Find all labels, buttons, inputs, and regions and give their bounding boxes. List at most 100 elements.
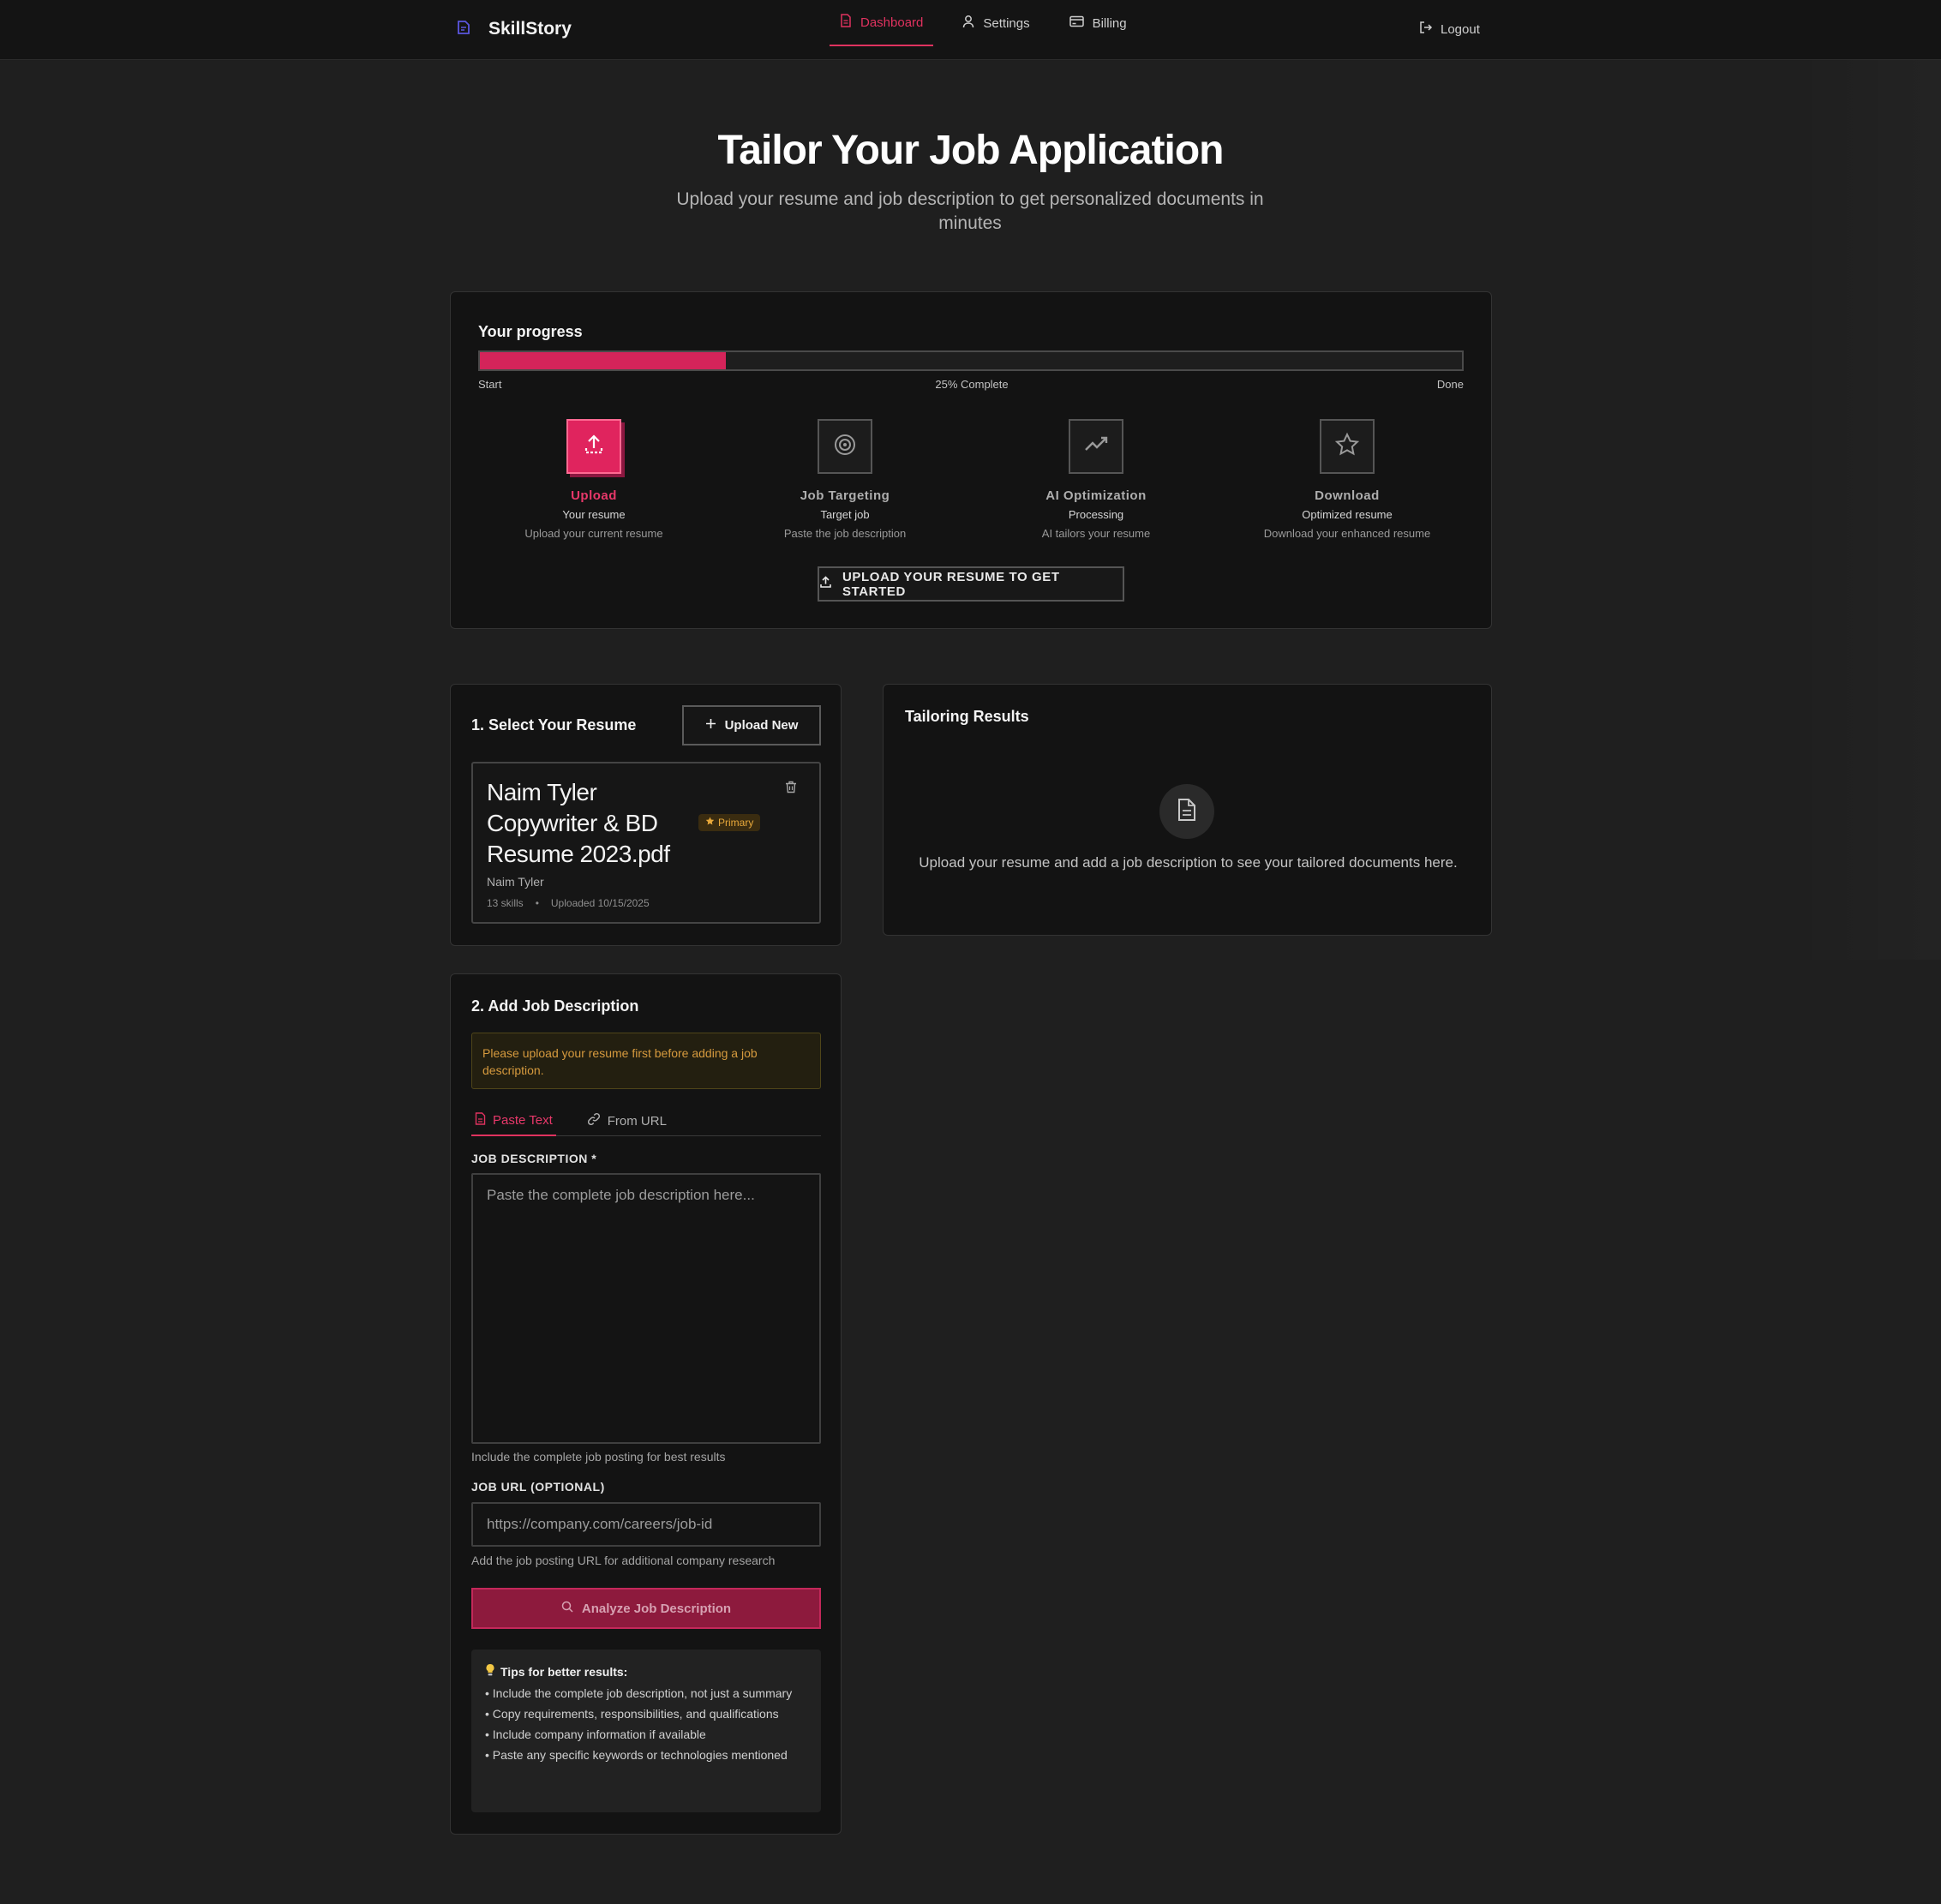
nav-tab-dashboard[interactable]: Dashboard bbox=[830, 0, 934, 46]
step-desc: AI tailors your resume bbox=[1041, 527, 1151, 540]
nav-tab-label: Billing bbox=[1092, 15, 1127, 31]
primary-badge: Primary bbox=[698, 814, 761, 831]
step-sub: Your resume bbox=[562, 508, 626, 521]
results-empty-message: Upload your resume and add a job descrip… bbox=[919, 854, 1458, 871]
step-sub: Target job bbox=[820, 508, 870, 521]
resume-file-name: Naim Tyler Copywriter & BD Resume 2023.p… bbox=[487, 779, 670, 867]
step-upload[interactable]: Upload Your resume Upload your current r… bbox=[491, 419, 697, 540]
tips-title-text: Tips for better results: bbox=[500, 1664, 628, 1679]
tips-title: Tips for better results: bbox=[485, 1663, 807, 1679]
job-description-label: JOB DESCRIPTION * bbox=[471, 1152, 597, 1165]
document-icon bbox=[475, 1111, 486, 1129]
star-icon bbox=[1334, 432, 1360, 462]
select-resume-card: 1. Select Your Resume Upload New Naim Ty… bbox=[450, 684, 842, 946]
tip-item: • Include the complete job description, … bbox=[485, 1686, 793, 1700]
brand[interactable]: SkillStory bbox=[456, 19, 572, 39]
step-icon-box bbox=[1320, 419, 1375, 474]
job-description-textarea[interactable] bbox=[471, 1173, 821, 1444]
tailoring-results-card: Tailoring Results Upload your resume and… bbox=[883, 684, 1492, 936]
tip-item: • Copy requirements, responsibilities, a… bbox=[485, 1707, 779, 1721]
nav-tab-billing[interactable]: Billing bbox=[1059, 0, 1137, 46]
lightbulb-icon bbox=[485, 1663, 495, 1679]
badge-label: Primary bbox=[718, 817, 754, 829]
trash-icon bbox=[785, 781, 797, 797]
step-desc: Download your enhanced resume bbox=[1263, 527, 1431, 540]
step-name: Download bbox=[1315, 488, 1380, 503]
page-title: Tailor Your Job Application bbox=[717, 128, 1225, 173]
meta-separator: • bbox=[535, 897, 539, 909]
plus-icon bbox=[705, 718, 716, 733]
star-icon bbox=[705, 817, 715, 829]
job-input-tabs: Paste Text From URL bbox=[471, 1105, 821, 1136]
step-name: AI Optimization bbox=[1045, 488, 1147, 503]
section-title: 1. Select Your Resume bbox=[471, 716, 637, 733]
resume-uploaded-date: Uploaded 10/15/2025 bbox=[550, 897, 650, 909]
step-download[interactable]: Download Optimized resume Download your … bbox=[1244, 419, 1450, 540]
trend-icon bbox=[1083, 432, 1109, 462]
progress-percent-label: 25% Complete bbox=[935, 378, 1009, 391]
section-title: Tailoring Results bbox=[905, 708, 1029, 725]
step-icon-box bbox=[1069, 419, 1123, 474]
nav-tab-label: Dashboard bbox=[860, 15, 924, 30]
step-sub: Optimized resume bbox=[1302, 508, 1393, 521]
upload-icon bbox=[819, 576, 832, 592]
page-subtitle: Upload your resume and job description t… bbox=[676, 189, 1264, 233]
job-url-help: Add the job posting URL for additional c… bbox=[471, 1554, 776, 1567]
step-icon-box bbox=[566, 419, 621, 474]
upload-new-label: Upload New bbox=[724, 718, 799, 733]
tip-item: • Paste any specific keywords or technol… bbox=[485, 1748, 788, 1762]
tab-label: From URL bbox=[607, 1113, 667, 1129]
analyze-label: Analyze Job Description bbox=[581, 1601, 732, 1616]
resume-meta: 13 skills • Uploaded 10/15/2025 bbox=[487, 897, 650, 909]
top-nav: SkillStory Dashboard Settings Billing Lo… bbox=[0, 0, 1941, 60]
tip-item: • Include company information if availab… bbox=[485, 1727, 706, 1741]
logo-icon bbox=[456, 20, 471, 39]
step-sub: Processing bbox=[1068, 508, 1124, 521]
resume-skills: 13 skills bbox=[487, 897, 524, 909]
step-name: Job Targeting bbox=[800, 488, 890, 503]
job-description-help: Include the complete job posting for bes… bbox=[471, 1450, 726, 1464]
progress-bar bbox=[478, 350, 1464, 371]
step-icon-box bbox=[818, 419, 872, 474]
search-icon bbox=[561, 1601, 573, 1616]
target-icon bbox=[832, 432, 858, 462]
document-icon bbox=[840, 14, 852, 31]
tips-box: Tips for better results: • Include the c… bbox=[471, 1650, 821, 1812]
step-job-targeting[interactable]: Job Targeting Target job Paste the job d… bbox=[742, 419, 948, 540]
nav-tab-label: Settings bbox=[983, 15, 1030, 31]
delete-resume-button[interactable] bbox=[785, 781, 797, 798]
section-title: 2. Add Job Description bbox=[471, 997, 639, 1015]
step-desc: Paste the job description bbox=[783, 527, 907, 540]
tab-label: Paste Text bbox=[493, 1112, 553, 1128]
job-url-label: JOB URL (OPTIONAL) bbox=[471, 1480, 605, 1494]
progress-fill bbox=[480, 352, 726, 369]
resume-owner: Naim Tyler bbox=[487, 875, 544, 889]
progress-title: Your progress bbox=[478, 323, 583, 340]
upload-new-button[interactable]: Upload New bbox=[682, 705, 821, 745]
logout-icon bbox=[1419, 21, 1433, 38]
tab-paste-text[interactable]: Paste Text bbox=[471, 1105, 556, 1136]
upload-resume-cta-button[interactable]: UPLOAD YOUR RESUME TO GET STARTED bbox=[818, 566, 1124, 602]
document-icon bbox=[1177, 798, 1197, 826]
nav-tabs: Dashboard Settings Billing bbox=[830, 0, 1156, 60]
step-ai-optimization[interactable]: AI Optimization Processing AI tailors yo… bbox=[993, 419, 1199, 540]
cta-label: UPLOAD YOUR RESUME TO GET STARTED bbox=[842, 569, 1060, 599]
logout-label: Logout bbox=[1441, 21, 1480, 37]
nav-tab-settings[interactable]: Settings bbox=[952, 0, 1039, 46]
upload-icon bbox=[582, 433, 606, 461]
step-name: Upload bbox=[571, 488, 617, 503]
job-url-input[interactable] bbox=[471, 1502, 821, 1547]
results-placeholder-icon bbox=[1159, 784, 1214, 839]
brand-name: SkillStory bbox=[488, 19, 572, 39]
tab-from-url[interactable]: From URL bbox=[584, 1105, 670, 1136]
background-decoration bbox=[1796, 60, 1941, 960]
resume-item[interactable]: Naim Tyler Copywriter & BD Resume 2023.p… bbox=[471, 762, 821, 924]
user-icon bbox=[962, 15, 974, 32]
link-icon bbox=[587, 1112, 601, 1129]
job-description-card: 2. Add Job Description Please upload you… bbox=[450, 973, 842, 1835]
progress-done-label: Done bbox=[1436, 378, 1464, 391]
step-desc: Upload your current resume bbox=[524, 527, 663, 540]
credit-card-icon bbox=[1069, 15, 1084, 31]
logout-button[interactable]: Logout bbox=[1419, 21, 1480, 38]
analyze-job-description-button[interactable]: Analyze Job Description bbox=[471, 1588, 821, 1629]
